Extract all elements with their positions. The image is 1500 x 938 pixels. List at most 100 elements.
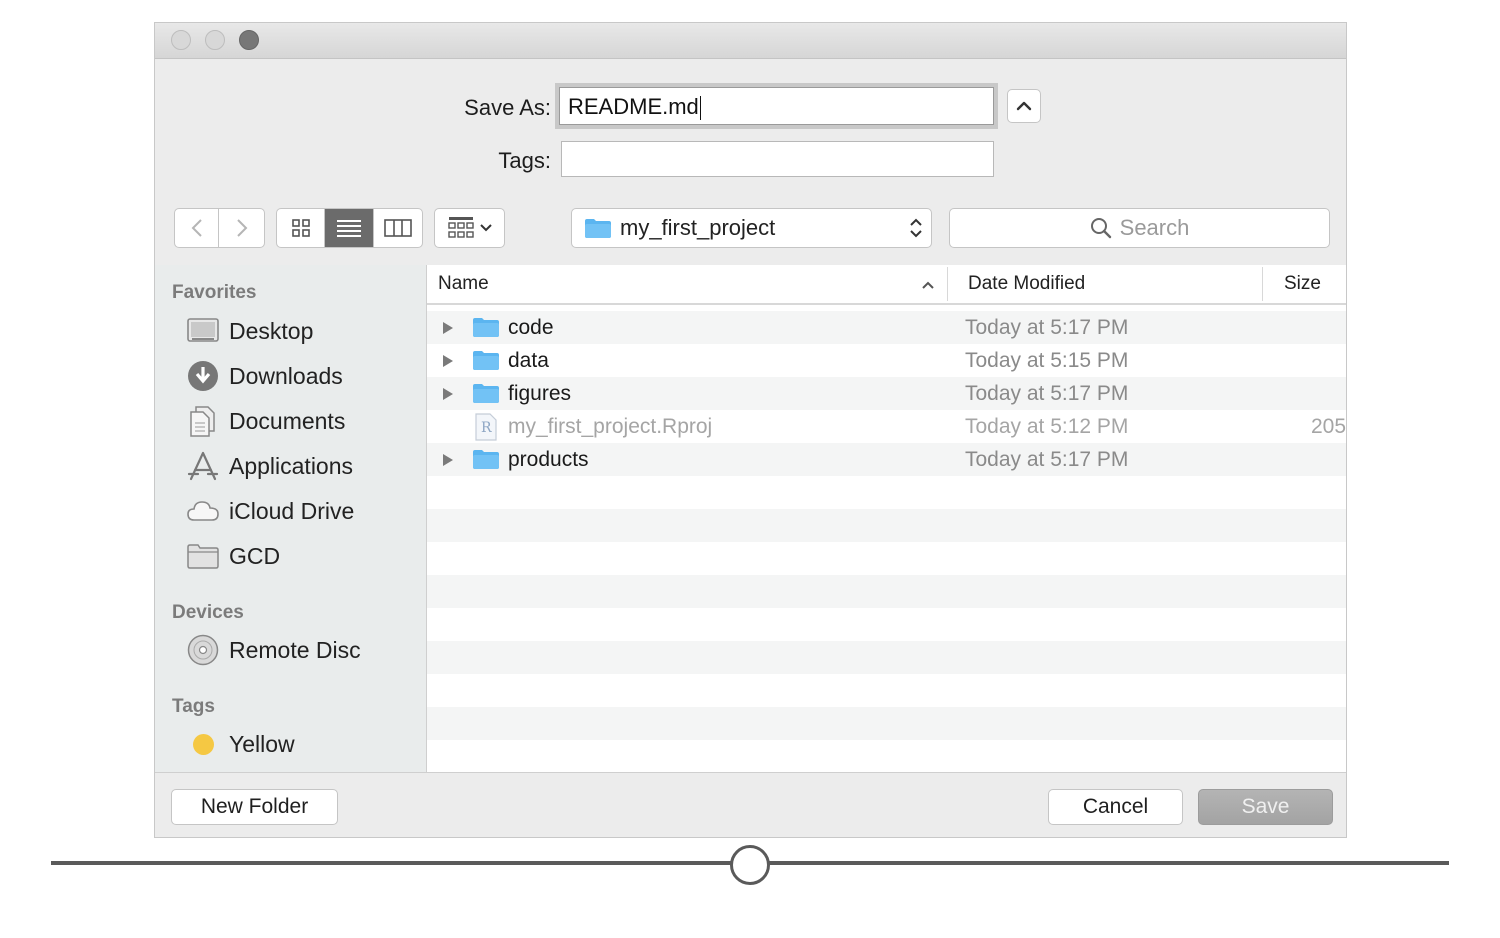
folder-icon — [185, 538, 221, 574]
list-icon — [337, 220, 362, 237]
slider-knob[interactable] — [730, 845, 770, 885]
tags-header: Tags — [172, 696, 215, 717]
columns-icon — [384, 219, 412, 237]
save-as-input[interactable]: README.md — [559, 87, 994, 125]
sidebar-item-documents[interactable]: Documents — [185, 403, 345, 439]
list-view-button[interactable] — [325, 209, 374, 247]
folder-icon — [473, 450, 499, 469]
file-name: products — [508, 447, 589, 471]
downloads-icon — [185, 358, 221, 394]
title-bar — [155, 23, 1346, 59]
sidebar-item-label: Applications — [229, 452, 354, 479]
save-as-label: Save As: — [464, 95, 551, 120]
sidebar-item-tag-yellow[interactable]: Yellow — [185, 726, 295, 762]
location-popup[interactable]: my_first_project — [571, 208, 932, 248]
minimize-window-button[interactable] — [205, 30, 225, 50]
file-size: 205 — [1311, 414, 1347, 438]
rproj-file-icon: R — [475, 413, 497, 441]
sidebar-item-label: Downloads — [229, 362, 343, 389]
arrange-menu-button[interactable] — [434, 208, 505, 248]
sidebar-item-label: GCD — [229, 542, 281, 569]
cancel-button[interactable]: Cancel — [1048, 789, 1183, 825]
expand-collapse-button[interactable] — [1007, 89, 1041, 123]
desktop-icon — [185, 313, 221, 349]
empty-row — [427, 509, 1346, 542]
disc-icon — [185, 632, 221, 668]
sidebar-item-remote-disc[interactable]: Remote Disc — [185, 632, 361, 668]
sidebar-item-applications[interactable]: Applications — [185, 448, 353, 484]
sidebar-item-gcd[interactable]: GCD — [185, 538, 280, 574]
chevron-left-icon — [191, 219, 202, 237]
search-field[interactable]: Search — [949, 208, 1330, 248]
search-placeholder: Search — [1119, 215, 1190, 240]
disclosure-triangle-icon[interactable] — [442, 321, 454, 335]
empty-row — [427, 542, 1346, 575]
empty-row — [427, 740, 1346, 772]
file-date: Today at 5:12 PM — [965, 414, 1129, 438]
file-date: Today at 5:17 PM — [965, 381, 1129, 405]
applications-icon — [185, 448, 221, 484]
disclosure-triangle-icon[interactable] — [442, 387, 454, 401]
column-header-size[interactable]: Size — [1284, 265, 1346, 303]
chevron-up-icon — [1016, 101, 1032, 111]
sidebar-item-label: Yellow — [229, 730, 295, 757]
table-row[interactable]: code Today at 5:17 PM — [427, 311, 1346, 344]
table-row[interactable]: figures Today at 5:17 PM — [427, 377, 1346, 410]
file-name: figures — [508, 381, 572, 405]
table-row[interactable]: data Today at 5:15 PM — [427, 344, 1346, 377]
view-mode-control — [276, 208, 423, 248]
sidebar: Favorites Desktop Downloads Documents Ap… — [155, 265, 427, 772]
empty-row — [427, 674, 1346, 707]
column-header-name-label: Name — [438, 273, 489, 294]
new-folder-button[interactable]: New Folder — [171, 789, 338, 825]
chevron-down-icon — [479, 224, 492, 232]
documents-icon — [185, 403, 221, 439]
back-button[interactable] — [175, 209, 220, 247]
disclosure-triangle-icon[interactable] — [442, 354, 454, 368]
sidebar-item-desktop[interactable]: Desktop — [185, 313, 313, 349]
empty-row — [427, 707, 1346, 740]
sidebar-item-downloads[interactable]: Downloads — [185, 358, 343, 394]
table-row: R my_first_project.Rproj Today at 5:12 P… — [427, 410, 1347, 443]
chevron-right-icon — [236, 219, 247, 237]
column-header-size-label: Size — [1284, 273, 1321, 294]
sidebar-item-label: Remote Disc — [229, 636, 361, 663]
favorites-header: Favorites — [172, 282, 257, 303]
close-window-button[interactable] — [171, 30, 191, 50]
file-name: my_first_project.Rproj — [508, 414, 713, 438]
tags-input[interactable] — [561, 141, 994, 177]
file-name: data — [508, 348, 549, 372]
folder-icon — [473, 351, 499, 370]
sidebar-item-label: Desktop — [229, 317, 314, 344]
yellow-tag-icon — [185, 726, 221, 762]
save-button[interactable]: Save — [1198, 789, 1333, 825]
disclosure-triangle-icon[interactable] — [442, 453, 454, 467]
table-row[interactable]: products Today at 5:17 PM — [427, 443, 1346, 476]
column-view-button[interactable] — [374, 209, 422, 247]
save-as-value: README.md — [568, 94, 699, 119]
folder-icon — [473, 318, 499, 337]
empty-row — [427, 476, 1346, 509]
folder-icon — [473, 384, 499, 403]
zoom-window-button[interactable] — [239, 30, 259, 50]
empty-row — [427, 608, 1346, 641]
sidebar-item-icloud-drive[interactable]: iCloud Drive — [185, 493, 354, 529]
empty-row — [427, 575, 1346, 608]
column-header-name[interactable]: Name — [438, 265, 938, 303]
file-date: Today at 5:17 PM — [965, 447, 1129, 471]
file-date: Today at 5:15 PM — [965, 348, 1129, 372]
file-list: Name Date Modified Size code Today at 5:… — [427, 265, 1347, 772]
updown-chevron-icon — [910, 218, 922, 238]
column-header-date-label: Date Modified — [968, 273, 1086, 294]
tags-label: Tags: — [498, 148, 551, 173]
save-dialog: Save As: README.md Tags: my_first_projec… — [154, 22, 1347, 838]
location-label: my_first_project — [620, 215, 776, 240]
column-header-row: Name Date Modified Size — [427, 265, 1346, 305]
forward-button[interactable] — [219, 209, 264, 247]
back-forward-control — [174, 208, 265, 248]
file-name: code — [508, 315, 554, 339]
empty-row — [427, 641, 1346, 674]
icon-view-button[interactable] — [277, 209, 326, 247]
column-header-date-modified[interactable]: Date Modified — [968, 265, 1258, 303]
search-icon — [1090, 218, 1111, 239]
